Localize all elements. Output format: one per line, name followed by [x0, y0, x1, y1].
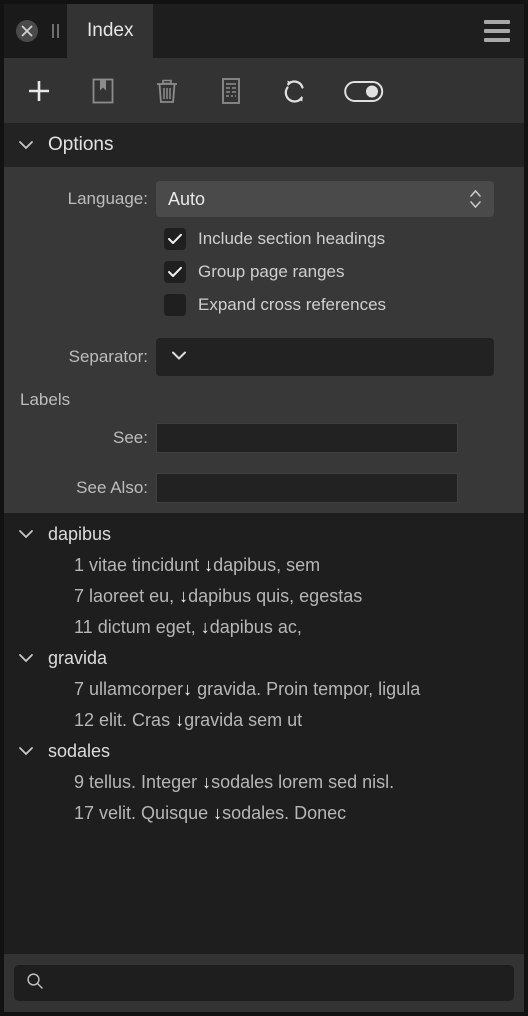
options-title: Options	[48, 134, 114, 155]
entry-after: sodales lorem sed nisl.	[211, 772, 395, 792]
search-icon	[26, 972, 44, 995]
plus-icon[interactable]	[22, 74, 56, 108]
down-arrow-icon: ↓	[213, 803, 223, 823]
down-arrow-icon: ↓	[202, 772, 212, 792]
separator-label: Separator:	[68, 347, 148, 366]
index-panel-window: Index Options Language: Auto Include sec…	[0, 0, 528, 1016]
chevron-down-icon	[170, 348, 188, 366]
see-also-input[interactable]	[156, 473, 458, 503]
entry-page: 9	[74, 772, 85, 792]
tab-bar: Index	[4, 4, 524, 58]
index-group-label: gravida	[48, 648, 108, 668]
down-arrow-icon: ↓	[183, 679, 193, 699]
stepper-up-down-icon	[469, 189, 482, 209]
index-entry[interactable]: 1 vitae tincidunt ↓dapibus, sem	[4, 550, 524, 581]
index-group-gravida[interactable]: gravida	[4, 643, 524, 674]
entry-page: 1	[74, 555, 85, 575]
index-entry[interactable]: 11 dictum eget, ↓dapibus ac,	[4, 612, 524, 643]
bookmark-page-icon[interactable]	[86, 74, 120, 108]
down-arrow-icon: ↓	[200, 617, 210, 637]
toggle-on-icon[interactable]	[342, 74, 386, 108]
pause-bars-icon[interactable]	[52, 24, 67, 38]
language-value: Auto	[168, 188, 206, 209]
entry-page: 7	[74, 586, 85, 606]
index-entry[interactable]: 9 tellus. Integer ↓sodales lorem sed nis…	[4, 767, 524, 798]
index-entry[interactable]: 7 ullamcorper↓ gravida. Proin tempor, li…	[4, 674, 524, 705]
separator-row: Separator:	[18, 338, 494, 376]
checkbox-label: Include section headings	[198, 229, 386, 248]
tab-bar-controls	[4, 4, 67, 58]
down-arrow-icon: ↓	[175, 710, 185, 730]
entry-page: 12	[74, 710, 95, 730]
checkbox-box	[164, 261, 186, 283]
hamburger-menu-icon[interactable]	[470, 4, 524, 58]
index-group-label: sodales	[48, 741, 111, 761]
checkbox-box	[164, 228, 186, 250]
refresh-sync-icon[interactable]	[278, 74, 312, 108]
down-arrow-icon: ↓	[179, 586, 189, 606]
chevron-down-icon	[18, 140, 34, 150]
see-label: See:	[113, 428, 148, 447]
entry-before: tellus. Integer	[89, 772, 203, 792]
search-input[interactable]	[54, 974, 502, 992]
index-toolbar	[4, 58, 524, 123]
tab-label: Index	[87, 20, 134, 41]
index-entry[interactable]: 12 elit. Cras ↓gravida sem ut	[4, 705, 524, 736]
options-section-header[interactable]: Options	[4, 123, 524, 167]
entry-before: dictum eget,	[97, 617, 201, 637]
tab-bar-empty-space	[153, 4, 470, 58]
entry-after: dapibus quis, egestas	[188, 586, 363, 606]
chevron-down-icon	[18, 650, 34, 668]
see-also-row: See Also:	[18, 473, 494, 503]
entry-after: gravida sem ut	[184, 710, 303, 730]
entry-page: 7	[74, 679, 85, 699]
index-entry[interactable]: 7 laoreet eu, ↓dapibus quis, egestas	[4, 581, 524, 612]
index-entry-list: dapibus 1 vitae tincidunt ↓dapibus, sem …	[4, 513, 524, 954]
entry-before: elit. Cras	[99, 710, 176, 730]
see-also-label: See Also:	[76, 478, 148, 497]
search-bar	[4, 954, 524, 1012]
language-select[interactable]: Auto	[156, 181, 494, 217]
entry-before: laoreet eu,	[89, 586, 180, 606]
chevron-down-icon	[18, 743, 34, 761]
options-form: Language: Auto Include section headings …	[4, 167, 524, 513]
trash-icon[interactable]	[150, 74, 184, 108]
checkbox-expand-cross-references[interactable]: Expand cross references	[18, 294, 494, 316]
entry-page: 11	[74, 617, 93, 637]
tab-index[interactable]: Index	[67, 4, 154, 58]
index-entry[interactable]: 17 velit. Quisque ↓sodales. Donec	[4, 798, 524, 829]
checkbox-group-page-ranges[interactable]: Group page ranges	[18, 261, 494, 283]
entry-before: ullamcorper	[89, 679, 184, 699]
checkbox-box	[164, 294, 186, 316]
checkbox-include-section-headings[interactable]: Include section headings	[18, 228, 494, 250]
language-label: Language:	[67, 189, 148, 208]
entry-before: vitae tincidunt	[89, 555, 205, 575]
entry-after: dapibus, sem	[213, 555, 321, 575]
index-group-label: dapibus	[48, 524, 112, 544]
down-arrow-icon: ↓	[204, 555, 214, 575]
entry-page: 17	[74, 803, 95, 823]
labels-heading: Labels	[20, 390, 71, 409]
entry-after: gravida. Proin tempor, ligula	[192, 679, 421, 699]
close-circle-icon[interactable]	[16, 20, 38, 42]
checkbox-label: Group page ranges	[198, 262, 345, 281]
see-row: See:	[18, 423, 494, 453]
entry-before: velit. Quisque	[99, 803, 214, 823]
index-group-sodales[interactable]: sodales	[4, 736, 524, 767]
index-group-dapibus[interactable]: dapibus	[4, 519, 524, 550]
search-field-container[interactable]	[14, 965, 514, 1001]
see-input[interactable]	[156, 423, 458, 453]
checkbox-label: Expand cross references	[198, 295, 387, 314]
entry-after: dapibus ac,	[209, 617, 302, 637]
language-row: Language: Auto	[18, 181, 494, 217]
chevron-down-icon	[18, 526, 34, 544]
entry-after: sodales. Donec	[222, 803, 347, 823]
document-list-icon[interactable]	[214, 74, 248, 108]
separator-select[interactable]	[156, 338, 494, 376]
